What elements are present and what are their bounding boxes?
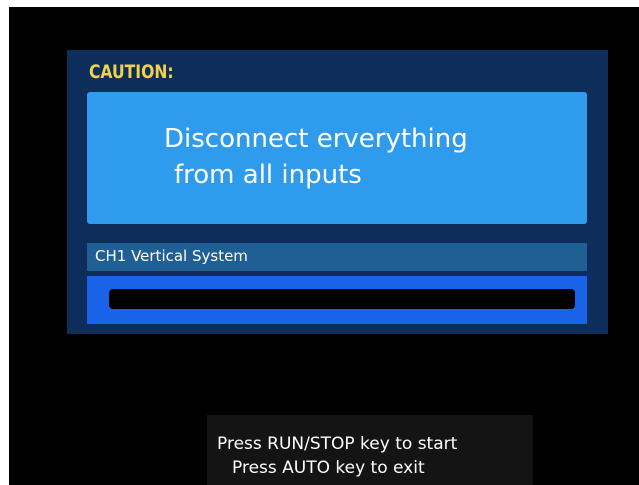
self-calibration-dialog: CAUTION: Disconnect erverything from all… [67, 50, 608, 334]
exit-instruction: Press AUTO key to exit [232, 458, 425, 478]
calibration-progress-bar [109, 289, 575, 309]
caution-message-box: Disconnect erverything from all inputs [87, 92, 587, 224]
caution-message-line-1: Disconnect erverything [164, 124, 468, 154]
display-area: CAUTION: Disconnect erverything from all… [9, 7, 639, 485]
calibration-stage-label: CH1 Vertical System [95, 247, 248, 265]
caution-message-line-2: from all inputs [174, 160, 362, 190]
progress-frame [87, 276, 587, 324]
oscilloscope-screen: CAUTION: Disconnect erverything from all… [0, 0, 639, 485]
caution-title: CAUTION: [89, 61, 174, 83]
calibration-stage-bar: CH1 Vertical System [87, 243, 587, 271]
key-instructions: Press RUN/STOP key to start Press AUTO k… [207, 415, 533, 485]
start-instruction: Press RUN/STOP key to start [217, 434, 458, 454]
